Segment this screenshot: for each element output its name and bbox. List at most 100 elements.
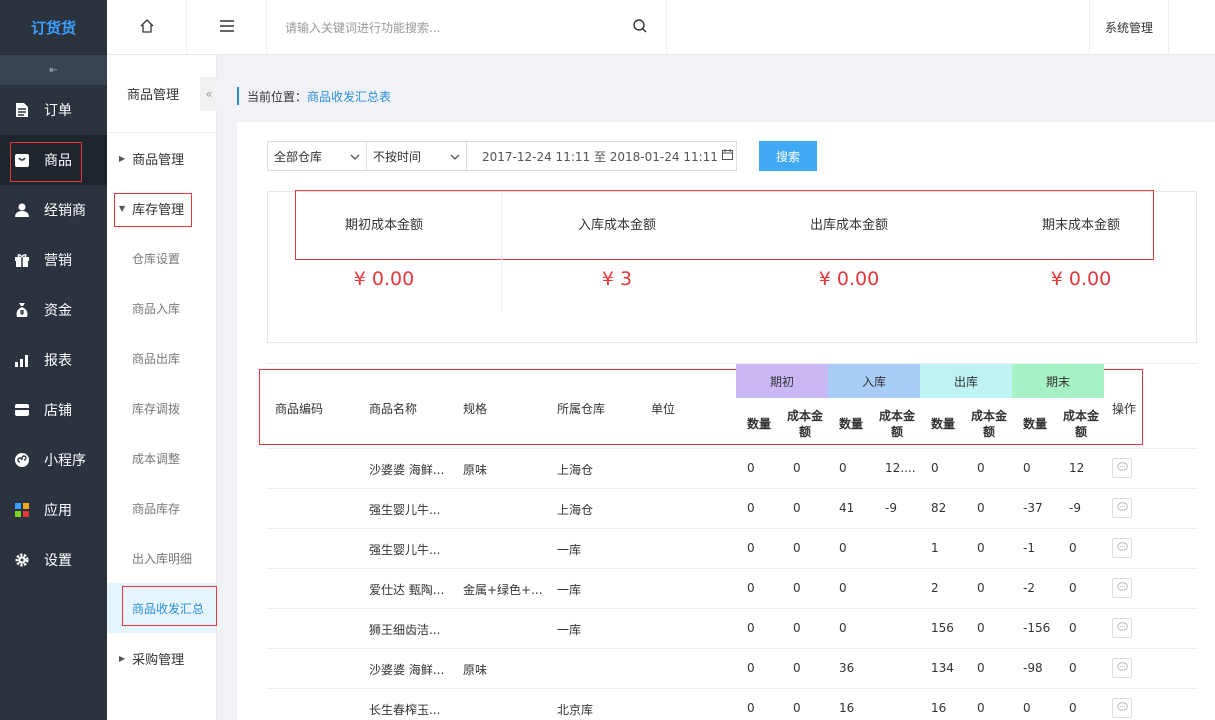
sidebar-item-settings[interactable]: 设置 bbox=[0, 535, 107, 585]
home-button[interactable] bbox=[107, 0, 187, 55]
header-unit: 单位 bbox=[651, 402, 676, 416]
sidebar-item-mini-program[interactable]: 小程序 bbox=[0, 435, 107, 485]
subnav-item-transfer[interactable]: 库存调拨 bbox=[107, 383, 216, 433]
hamburger-icon bbox=[219, 19, 235, 36]
stat-label: 出库成本金额 bbox=[809, 218, 888, 233]
group-header-opening: 期初 bbox=[736, 364, 828, 398]
highlight-box bbox=[10, 142, 82, 182]
cell-value: 156 bbox=[931, 621, 954, 635]
main-sidebar: 订货货 ⇤ 订单 商品 经销商 营销 资金 报表 店铺 小程序 应用 设置 bbox=[0, 0, 107, 720]
subnav-group-goods[interactable]: ▶ 商品管理 bbox=[107, 133, 216, 183]
sidebar-item-orders[interactable]: 订单 bbox=[0, 85, 107, 135]
subnav-item-summary[interactable]: 商品收发汇总 bbox=[107, 583, 217, 633]
sidebar-item-dealers[interactable]: 经销商 bbox=[0, 185, 107, 235]
comment-button[interactable] bbox=[1112, 618, 1132, 638]
cell-name: 强生婴儿牛... bbox=[369, 543, 441, 557]
double-chevron-left-icon[interactable]: « bbox=[200, 77, 218, 111]
subnav-group-label: 商品管理 bbox=[132, 152, 185, 168]
group-header-inbound: 入库 bbox=[828, 364, 920, 398]
cell-warehouse: 上海仓 bbox=[557, 463, 594, 477]
cell-value: -156 bbox=[1023, 621, 1051, 635]
cell-value: 0 bbox=[977, 581, 985, 595]
cell-value: 0 bbox=[1069, 701, 1077, 715]
comment-button[interactable] bbox=[1112, 658, 1132, 678]
subheader-qty: 数量 bbox=[930, 417, 955, 431]
cell-value: 0 bbox=[1023, 461, 1031, 475]
comment-button[interactable] bbox=[1112, 458, 1132, 478]
cell-value: 2 bbox=[931, 581, 939, 595]
cell-value: 0 bbox=[1069, 541, 1077, 555]
cell-value: 0 bbox=[747, 621, 755, 635]
date-range-picker[interactable]: 2017-12-24 11:11 至 2018-01-24 11:11 bbox=[467, 141, 737, 171]
sidebar-item-marketing[interactable]: 营销 bbox=[0, 235, 107, 285]
sidebar-item-apps[interactable]: 应用 bbox=[0, 485, 107, 535]
sidebar-item-funds[interactable]: 资金 bbox=[0, 285, 107, 335]
table-row: 沙婆婆 海鲜... 原味 上海仓 0 0 0 12.... 0 0 0 12 bbox=[267, 449, 1197, 489]
cell-value: -9 bbox=[1069, 501, 1081, 515]
system-management-button[interactable]: 系统管理 bbox=[1089, 0, 1169, 55]
sidebar-item-label: 设置 bbox=[44, 553, 72, 569]
cell-name: 沙婆婆 海鲜... bbox=[369, 663, 445, 677]
cell-name: 爱仕达 甄陶... bbox=[369, 583, 445, 597]
search-icon[interactable] bbox=[632, 18, 648, 38]
subnav-group-purchase[interactable]: ▶ 采购管理 bbox=[107, 633, 216, 683]
cell-warehouse: 一库 bbox=[557, 583, 582, 597]
breadcrumb-current[interactable]: 商品收发汇总表 bbox=[307, 88, 391, 105]
sidebar-item-label: 订单 bbox=[44, 103, 72, 119]
menu-toggle-button[interactable] bbox=[187, 0, 267, 55]
table-body: 沙婆婆 海鲜... 原味 上海仓 0 0 0 12.... 0 0 0 12 强生婴儿牛... 上海仓 0… bbox=[267, 449, 1197, 720]
app-logo[interactable]: 订货货 bbox=[0, 0, 107, 55]
cell-value: 0 bbox=[793, 701, 801, 715]
sidebar-item-label: 应用 bbox=[44, 503, 72, 519]
stat-label: 期末成本金额 bbox=[1041, 218, 1120, 233]
sidebar-item-store[interactable]: 店铺 bbox=[0, 385, 107, 435]
cell-value: 0 bbox=[977, 541, 985, 555]
stat-value: ¥ 0.00 bbox=[353, 268, 415, 290]
comment-button[interactable] bbox=[1112, 498, 1132, 518]
secondary-nav: 商品管理 « ▶ 商品管理 ▼ 库存管理 仓库设置 商品入库 商品出库 库存调拨… bbox=[107, 55, 218, 720]
breadcrumb-prefix: 当前位置： bbox=[247, 89, 308, 104]
subnav-item-in-out-detail[interactable]: 出入库明细 bbox=[107, 533, 216, 583]
subnav-item-warehouse-settings[interactable]: 仓库设置 bbox=[107, 233, 216, 283]
subnav-item-stock-out[interactable]: 商品出库 bbox=[107, 333, 216, 383]
comment-button[interactable] bbox=[1112, 538, 1132, 558]
subnav-item-cost-adjust[interactable]: 成本调整 bbox=[107, 433, 216, 483]
sidebar-item-label: 报表 bbox=[44, 353, 72, 369]
highlight-box bbox=[122, 586, 217, 626]
chat-bubble-icon bbox=[1116, 541, 1128, 555]
summary-table: 商品编码 商品名称 规格 所属仓库 单位 操作 期初 入库 出库 期末 数量 成… bbox=[259, 363, 1197, 720]
comment-button[interactable] bbox=[1112, 578, 1132, 598]
search-input[interactable] bbox=[285, 20, 615, 35]
table-row: 强生婴儿牛... 上海仓 0 0 41 -9 82 0 -37 -9 bbox=[267, 489, 1197, 529]
home-icon bbox=[139, 18, 155, 38]
cell-value: 0 bbox=[793, 541, 801, 555]
sidebar-collapse-toggle[interactable]: ⇤ bbox=[0, 55, 107, 85]
subnav-item-stock[interactable]: 商品库存 bbox=[107, 483, 216, 533]
cell-value: 0 bbox=[793, 621, 801, 635]
cell-spec: 原味 bbox=[463, 463, 488, 477]
stat-value: ¥ 3 bbox=[601, 268, 633, 290]
top-bar: 系统管理 bbox=[107, 0, 1215, 55]
cell-value: 0 bbox=[793, 501, 801, 515]
header-code: 商品编码 bbox=[275, 402, 324, 416]
chat-bubble-icon bbox=[1116, 661, 1128, 675]
comment-button[interactable] bbox=[1112, 698, 1132, 718]
cell-name: 强生婴儿牛... bbox=[369, 503, 441, 517]
warehouse-select[interactable]: 全部仓库 bbox=[267, 141, 367, 171]
caret-right-icon: ▶ bbox=[119, 153, 126, 163]
time-mode-select[interactable]: 不按时间 bbox=[367, 141, 467, 171]
cell-value: 16 bbox=[931, 701, 947, 715]
time-mode-select-value: 不按时间 bbox=[373, 149, 422, 164]
subheader-qty: 数量 bbox=[838, 417, 863, 431]
cell-value: -37 bbox=[1023, 501, 1043, 515]
search-button[interactable]: 搜索 bbox=[759, 141, 817, 171]
stat-label: 入库成本金额 bbox=[577, 218, 656, 233]
subnav-group-inventory[interactable]: ▼ 库存管理 bbox=[107, 183, 216, 233]
sidebar-item-reports[interactable]: 报表 bbox=[0, 335, 107, 385]
cell-value: -9 bbox=[885, 501, 897, 515]
subnav-item-stock-in[interactable]: 商品入库 bbox=[107, 283, 216, 333]
cell-warehouse: 上海仓 bbox=[557, 503, 594, 517]
date-range-value: 2017-12-24 11:11 至 2018-01-24 11:11 bbox=[482, 149, 718, 164]
cell-value: 41 bbox=[839, 501, 855, 515]
sidebar-item-goods[interactable]: 商品 bbox=[0, 135, 107, 185]
